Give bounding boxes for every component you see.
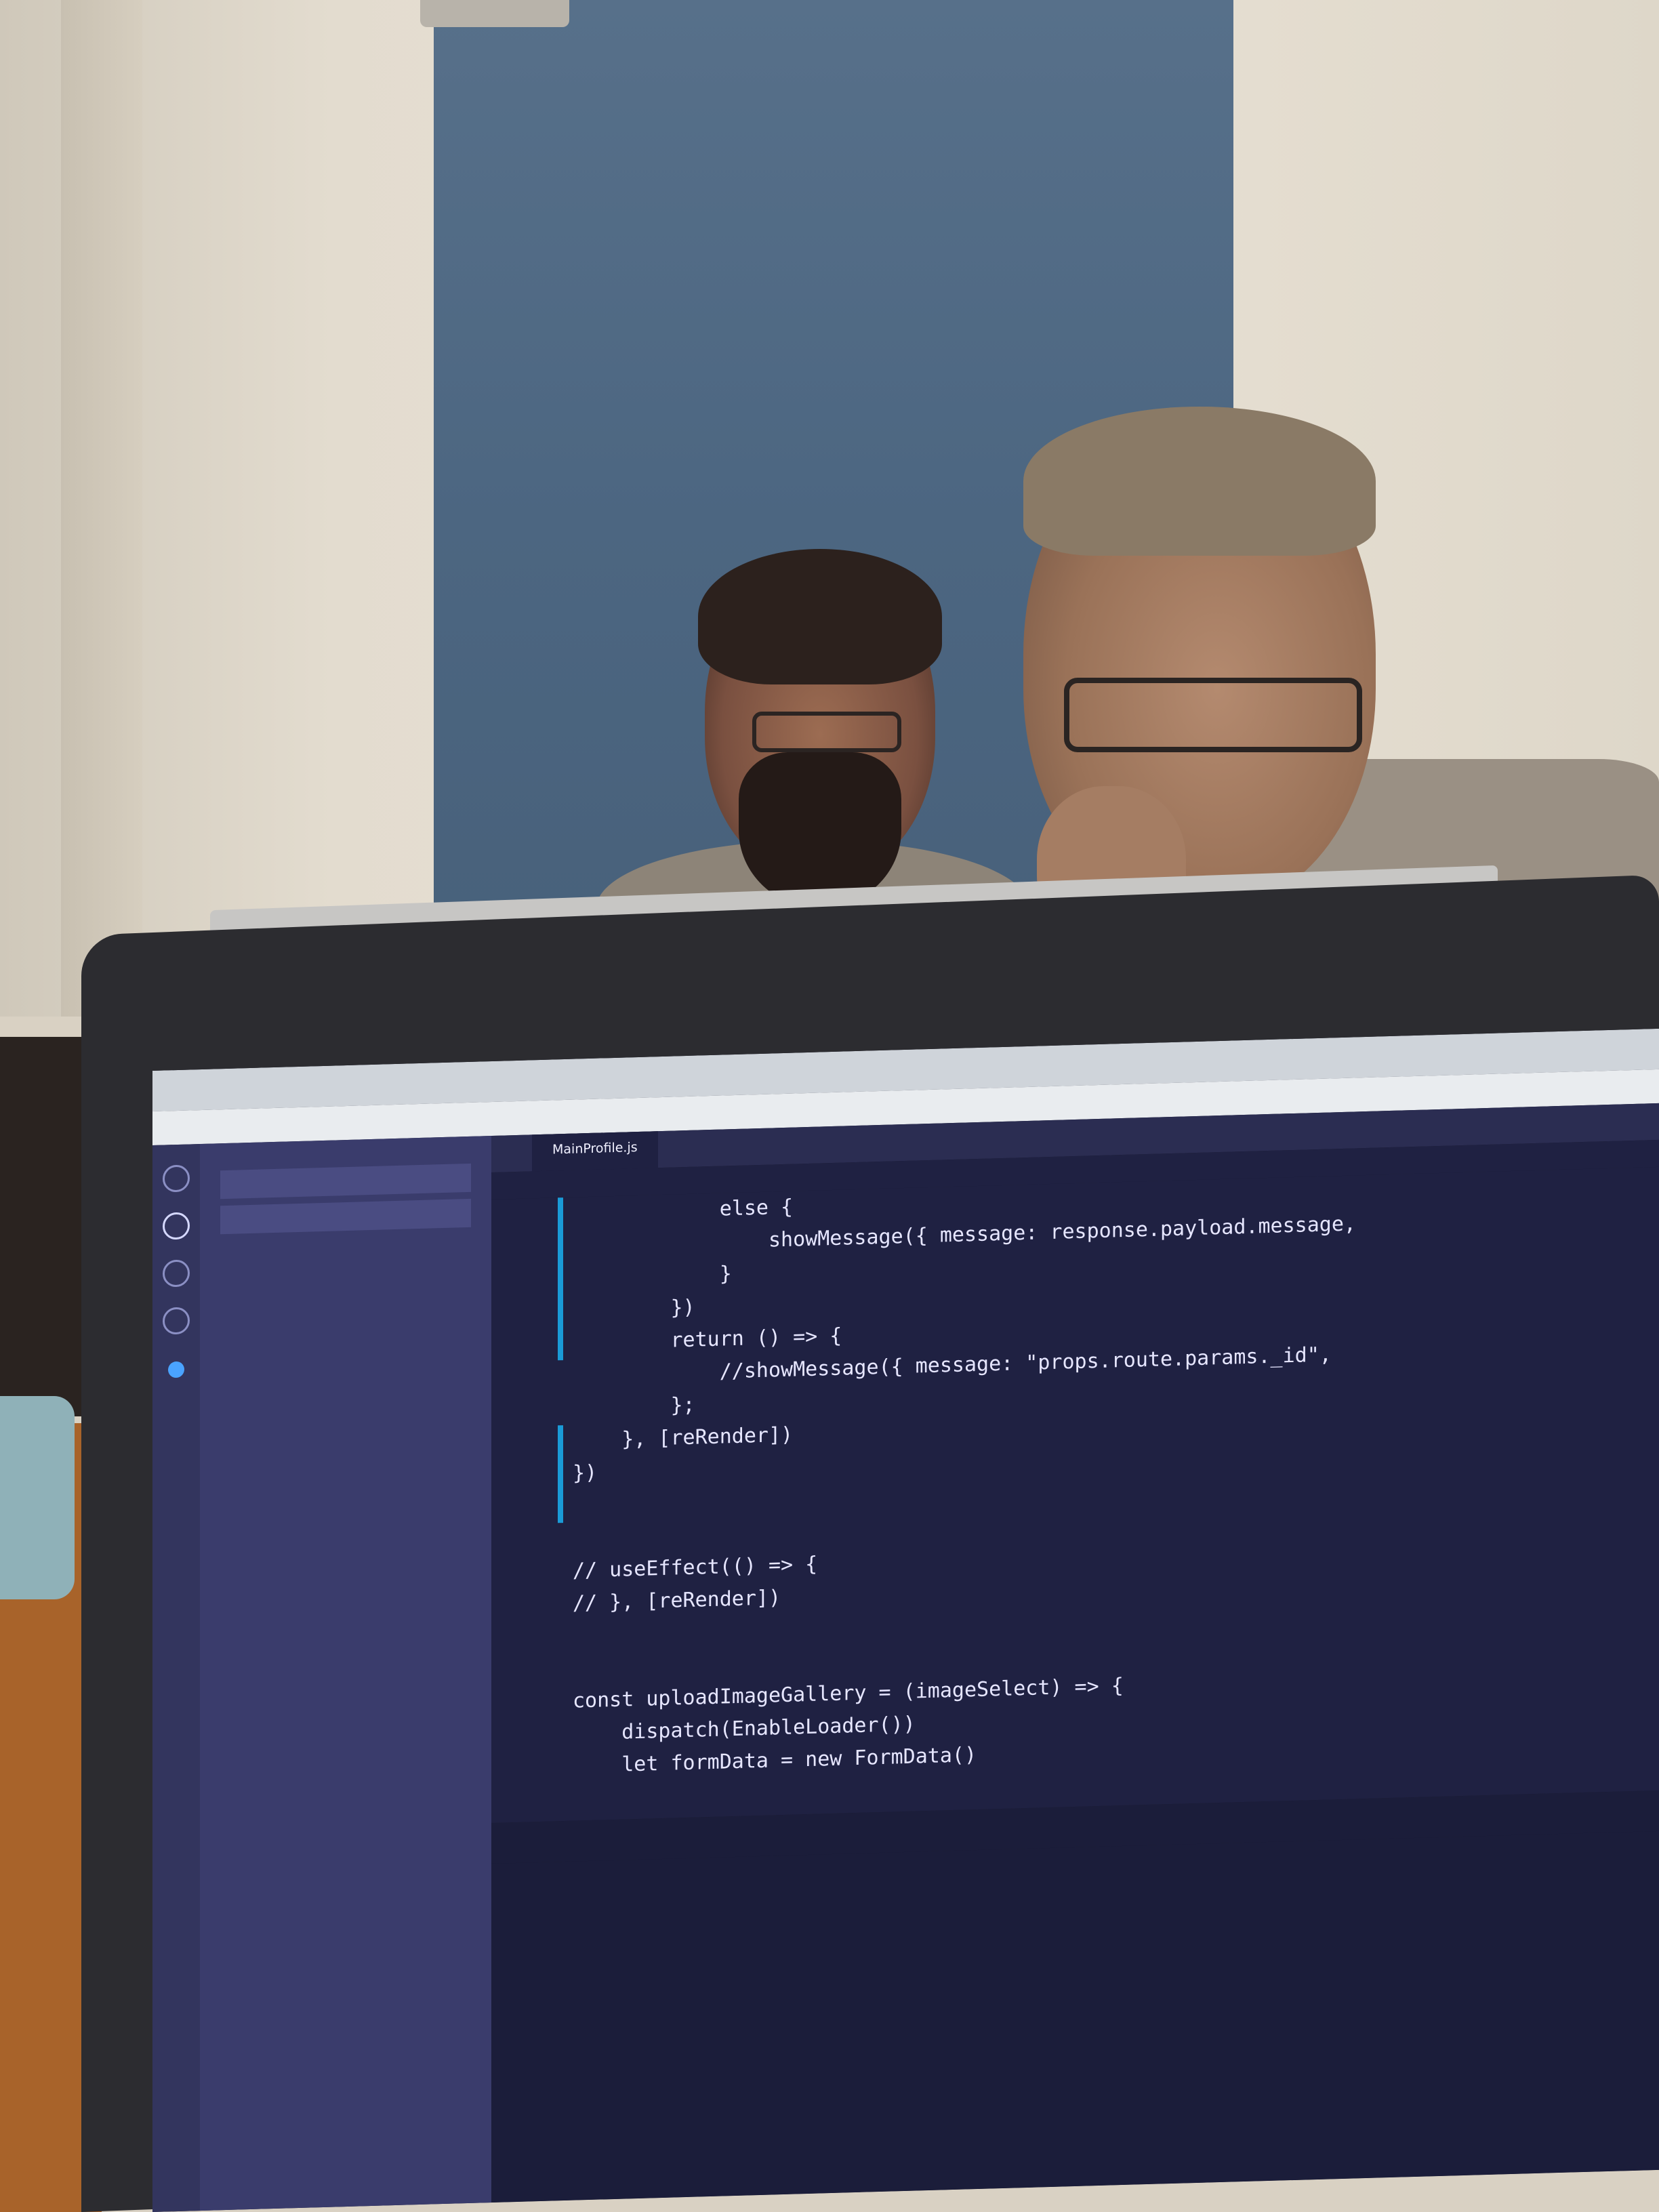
line-number <box>491 1231 552 1265</box>
line-number <box>491 1751 552 1786</box>
line-number-gutter <box>491 1198 552 1824</box>
tab-1[interactable]: MainProfile.js <box>532 1131 658 1172</box>
person-right-glasses <box>1064 678 1362 752</box>
remote-icon[interactable] <box>168 1361 184 1378</box>
line-number <box>491 1263 552 1298</box>
replace-input[interactable] <box>220 1198 471 1235</box>
line-number <box>491 1328 552 1363</box>
extensions-icon[interactable] <box>163 1307 190 1335</box>
modified-indicator <box>558 1197 563 1361</box>
search-input[interactable] <box>220 1163 471 1200</box>
line-number <box>491 1784 552 1818</box>
line-number <box>491 1491 552 1525</box>
mug <box>0 1396 75 1599</box>
tab-0[interactable] <box>491 1134 532 1172</box>
line-number <box>491 1523 552 1558</box>
terminal[interactable] <box>491 1830 1659 2203</box>
line-number <box>491 1654 552 1688</box>
line-number <box>491 1198 552 1233</box>
line-number <box>491 1589 552 1623</box>
source-control-icon[interactable] <box>163 1259 190 1288</box>
line-number <box>491 1686 552 1721</box>
person-left-hair <box>698 549 942 684</box>
code-lines: else { showMessage({ message: response.p… <box>573 1167 1657 1816</box>
line-number <box>491 1719 552 1753</box>
explorer-icon[interactable] <box>163 1164 190 1193</box>
panel-cap <box>420 0 569 27</box>
line-number <box>491 1426 552 1460</box>
line-number <box>491 1621 552 1656</box>
line-number <box>491 1361 552 1395</box>
line-number <box>491 1296 552 1330</box>
person-right-hair <box>1023 407 1376 556</box>
line-number <box>491 1556 552 1591</box>
results-summary <box>200 1233 491 1261</box>
laptop-screen: MainProfile.js else { showMessage({ mess… <box>152 1028 1659 2212</box>
line-number <box>491 1458 552 1493</box>
activity-bar <box>152 1144 200 2212</box>
line-number <box>491 1393 552 1428</box>
search-sidebar <box>200 1136 491 2212</box>
door-frame <box>61 0 142 1017</box>
modified-indicator <box>558 1425 563 1523</box>
tab-2[interactable] <box>658 1130 699 1168</box>
code-editor[interactable]: else { showMessage({ message: response.p… <box>491 1166 1659 1824</box>
person-left-glasses <box>752 712 901 752</box>
person-left-beard <box>739 752 901 908</box>
tab-3[interactable] <box>699 1129 739 1167</box>
search-icon[interactable] <box>163 1212 190 1240</box>
